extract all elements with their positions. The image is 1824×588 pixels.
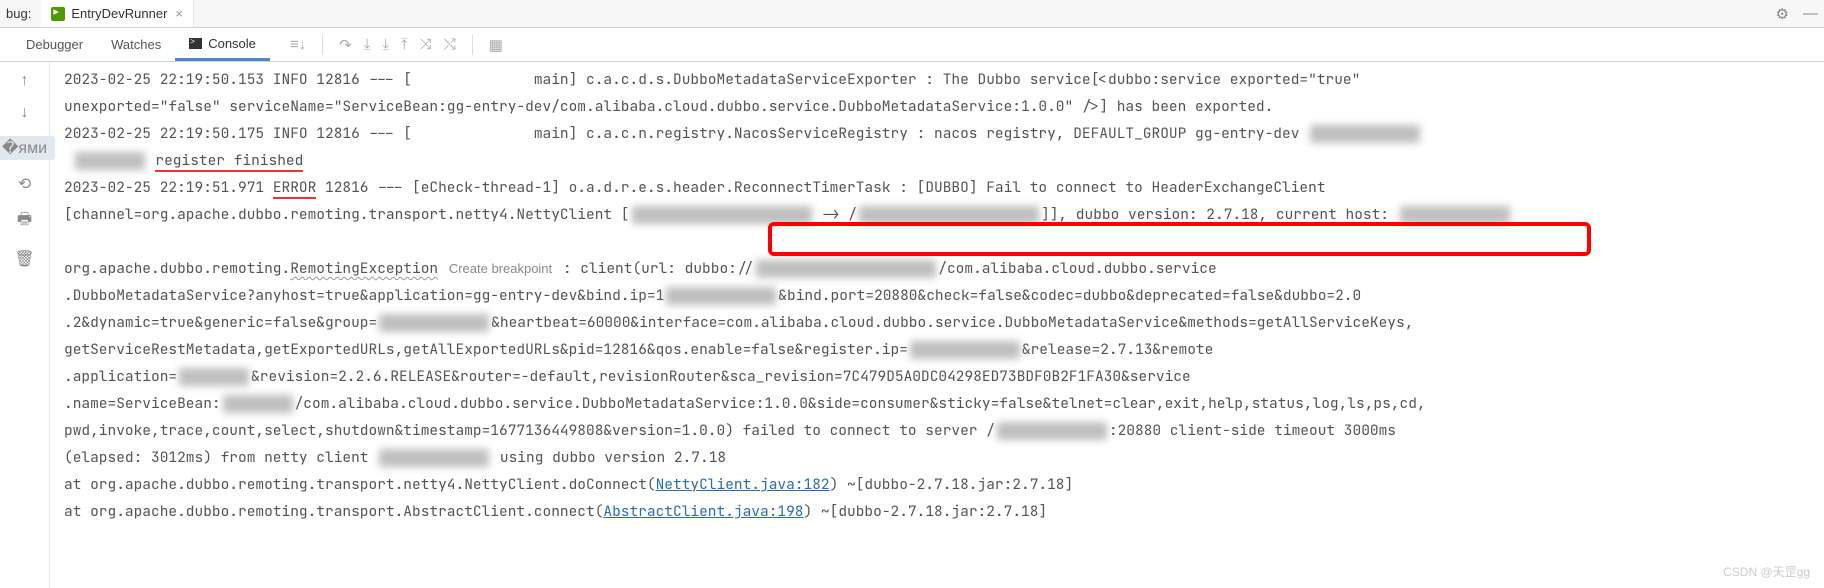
redacted xyxy=(632,206,812,224)
log-line: register finished xyxy=(64,147,1814,174)
log-line: .application=&revision=2.2.6.RELEASE&rou… xyxy=(64,363,1814,390)
softwrap-icon[interactable]: �ями xyxy=(0,136,55,160)
grid-icon[interactable]: ▦ xyxy=(489,36,503,54)
skip-icon[interactable]: ⤭ xyxy=(444,36,456,53)
log-line: at org.apache.dubbo.remoting.transport.n… xyxy=(64,471,1814,498)
run-config-tab[interactable]: EntryDevRunner × xyxy=(41,0,194,27)
step-over-icon[interactable]: ↷ xyxy=(339,36,352,54)
down-icon[interactable]: ↓ xyxy=(21,104,29,122)
console-output[interactable]: 2023-02-25 22:19:50.153 INFO 12816 --- [… xyxy=(50,62,1824,588)
log-line: (elapsed: 3012ms) from netty client usin… xyxy=(64,444,1814,471)
print-icon[interactable]: 🖶 xyxy=(17,208,32,235)
down-arrow-icon[interactable]: ⤓ xyxy=(364,36,371,53)
redacted xyxy=(1310,125,1420,143)
redacted xyxy=(179,368,249,386)
console-gutter: ↑ ↓ �ями ⟲ 🖶 🗑 xyxy=(0,62,50,588)
redacted xyxy=(666,287,776,305)
tab-console-label: Console xyxy=(208,36,256,51)
rerun-icon[interactable]: ⟲ xyxy=(18,174,31,194)
watermark: CSDN @天罡gg xyxy=(1723,563,1810,580)
create-breakpoint-hint[interactable]: Create breakpoint xyxy=(447,261,554,276)
log-line: org.apache.dubbo.remoting.RemotingExcept… xyxy=(64,255,1814,282)
source-link[interactable]: NettyClient.java:182 xyxy=(656,475,830,494)
log-line: .2&dynamic=true&generic=false&group=&hea… xyxy=(64,309,1814,336)
log-line: [channel=org.apache.dubbo.remoting.trans… xyxy=(64,201,1814,228)
source-link[interactable]: AbstractClient.java:198 xyxy=(603,502,803,521)
redacted xyxy=(756,260,936,278)
log-line: getServiceRestMetadata,getExportedURLs,g… xyxy=(64,336,1814,363)
minimize-icon[interactable]: — xyxy=(1803,5,1818,23)
log-line: unexported="false" serviceName="ServiceB… xyxy=(64,93,1814,120)
tab-watches[interactable]: Watches xyxy=(97,30,175,59)
redacted xyxy=(997,422,1107,440)
highlighted-text: register finished xyxy=(155,151,303,172)
redacted xyxy=(1400,206,1510,224)
error-label: ERROR xyxy=(273,178,317,199)
close-icon[interactable]: × xyxy=(175,6,183,21)
log-line: at org.apache.dubbo.remoting.transport.A… xyxy=(64,498,1814,525)
main-area: ↑ ↓ �ями ⟲ 🖶 🗑 2023-02-25 22:19:50.153 I… xyxy=(0,62,1824,588)
console-icon xyxy=(189,38,202,49)
log-line: 2023-02-25 22:19:50.175 INFO 12816 --- [… xyxy=(64,120,1814,147)
redacted xyxy=(379,449,489,467)
run-config-bar: bug: EntryDevRunner × ⚙ — xyxy=(0,0,1824,28)
exception-link[interactable]: RemotingException xyxy=(290,259,438,278)
redacted xyxy=(910,341,1020,359)
redacted xyxy=(223,395,293,413)
down-arrow2-icon[interactable]: ⤓ xyxy=(382,36,389,53)
shuffle-icon[interactable]: ⤨ xyxy=(420,36,432,53)
bug-label: bug: xyxy=(6,6,31,21)
gear-icon[interactable]: ⚙ xyxy=(1776,5,1789,23)
redacted xyxy=(859,206,1039,224)
list-icon[interactable]: ≡↓ xyxy=(290,36,306,53)
log-line: 2023-02-25 22:19:50.153 INFO 12816 --- [… xyxy=(64,66,1814,93)
run-config-icon xyxy=(51,7,65,21)
redacted xyxy=(379,314,489,332)
log-line: 2023-02-25 22:19:51.971 ERROR 12816 --- … xyxy=(64,174,1814,201)
tab-console[interactable]: Console xyxy=(175,29,270,61)
log-line: .DubboMetadataService?anyhost=true&appli… xyxy=(64,282,1814,309)
log-line xyxy=(64,228,1814,255)
redacted xyxy=(75,152,145,170)
toolbar-separator2 xyxy=(472,35,473,55)
trash-icon[interactable]: 🗑 xyxy=(14,249,34,269)
log-line: pwd,invoke,trace,count,select,shutdown&t… xyxy=(64,417,1814,444)
run-config-name: EntryDevRunner xyxy=(71,6,167,21)
console-toolbar: ≡↓ ↷ ⤓ ⤓ ⤒ ⤨ ⤭ ▦ xyxy=(290,35,503,55)
up-arrow-icon[interactable]: ⤒ xyxy=(401,36,408,53)
debug-tabs: Debugger Watches Console ≡↓ ↷ ⤓ ⤓ ⤒ ⤨ ⤭ … xyxy=(0,28,1824,62)
up-icon[interactable]: ↑ xyxy=(21,72,29,90)
log-line: .name=ServiceBean:/com.alibaba.cloud.dub… xyxy=(64,390,1814,417)
tab-debugger[interactable]: Debugger xyxy=(12,30,97,59)
toolbar-separator xyxy=(322,35,323,55)
